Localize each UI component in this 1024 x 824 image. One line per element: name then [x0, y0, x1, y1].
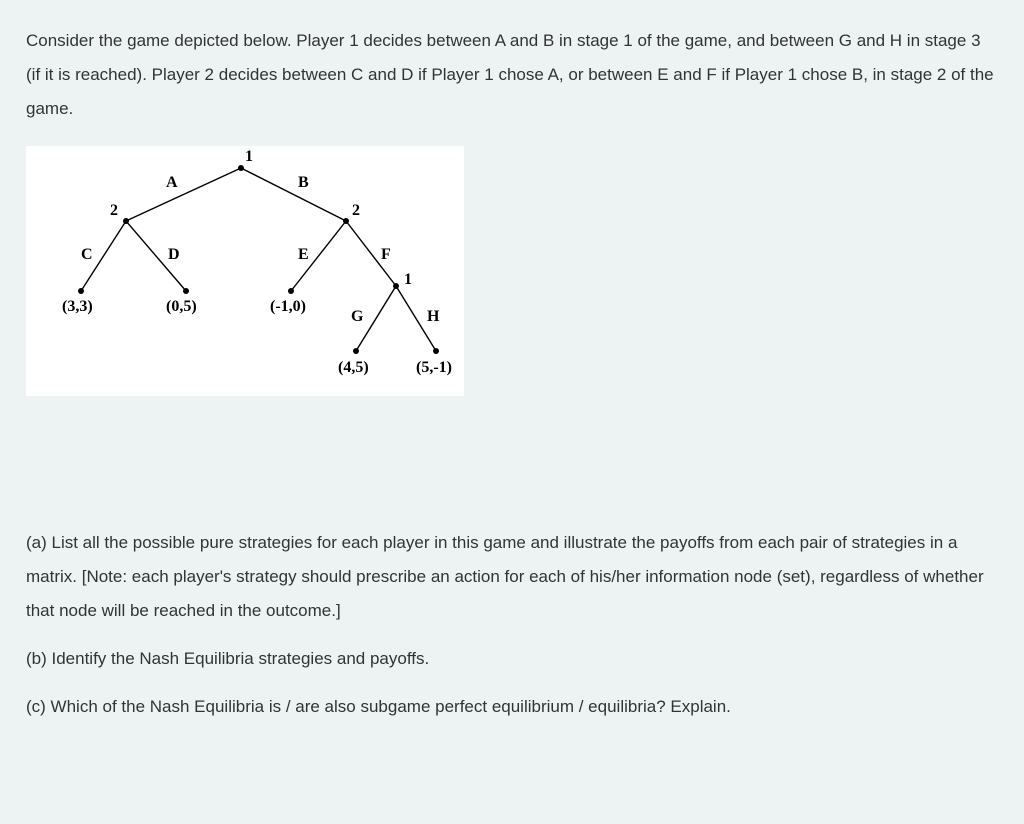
payoff-C: (3,3): [62, 298, 93, 316]
node-left-p2: 2: [110, 202, 118, 220]
payoff-E: (-1,0): [270, 298, 306, 316]
branch-A: A: [166, 174, 178, 192]
node-p1-sub: 1: [404, 271, 412, 289]
branch-C: C: [81, 246, 93, 264]
problem-intro: Consider the game depicted below. Player…: [26, 24, 998, 126]
branch-F: F: [381, 246, 391, 264]
payoff-G: (4,5): [338, 359, 369, 377]
question-c: (c) Which of the Nash Equilibria is / ar…: [26, 690, 998, 724]
branch-E: E: [298, 246, 309, 264]
payoff-D: (0,5): [166, 298, 197, 316]
branch-H: H: [427, 308, 439, 326]
questions-block: (a) List all the possible pure strategie…: [26, 526, 998, 724]
node-right-p2: 2: [352, 202, 360, 220]
branch-D: D: [168, 246, 180, 264]
payoff-H: (5,-1): [416, 359, 452, 377]
question-b: (b) Identify the Nash Equilibria strateg…: [26, 642, 998, 676]
branch-B: B: [298, 174, 309, 192]
node-root: 1: [245, 148, 253, 166]
game-tree-diagram: 1 2 2 1 A B C D E F G H (3,3) (0,5) (-1,…: [26, 146, 464, 396]
question-a: (a) List all the possible pure strategie…: [26, 526, 998, 628]
branch-G: G: [351, 308, 363, 326]
tree-svg: [26, 146, 464, 396]
